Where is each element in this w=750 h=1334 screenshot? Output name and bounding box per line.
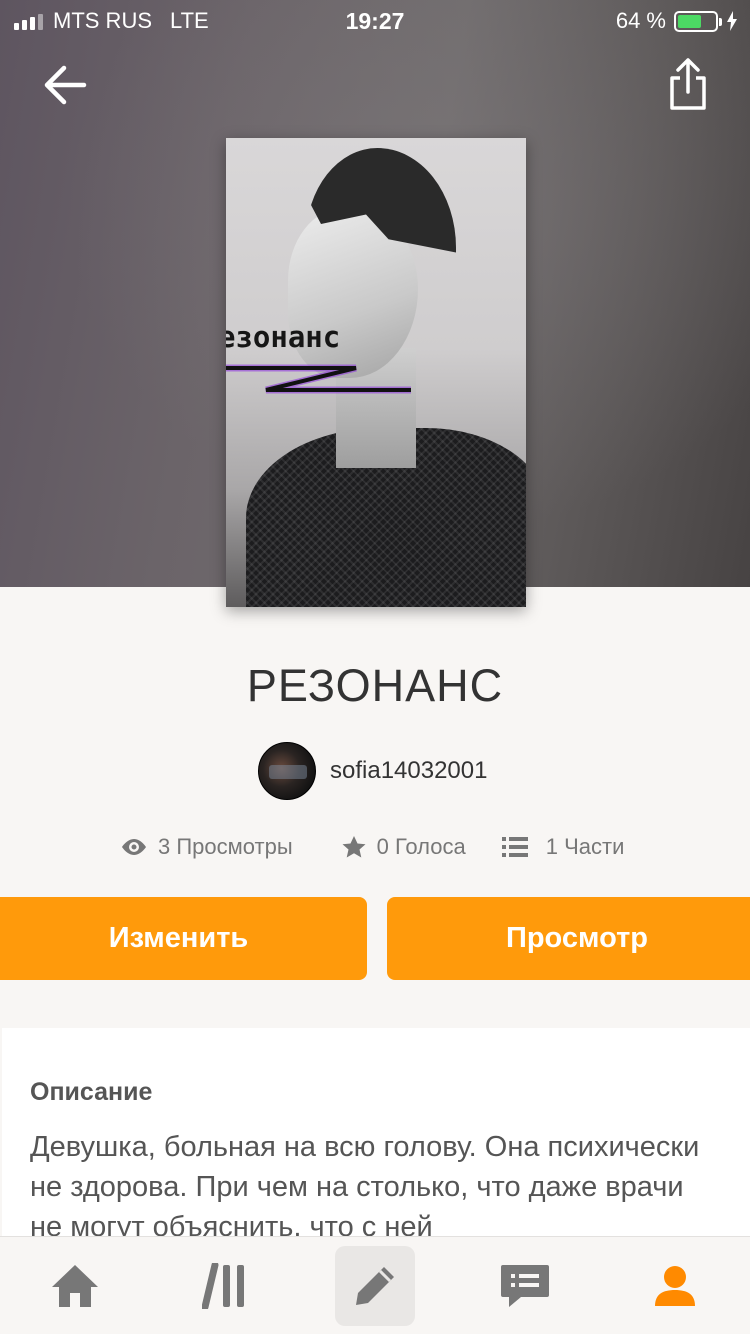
star-icon bbox=[342, 836, 366, 858]
parts-label: 1 Части bbox=[545, 834, 625, 859]
write-icon bbox=[356, 1266, 394, 1305]
library-icon bbox=[202, 1262, 244, 1309]
arrow-left-icon bbox=[44, 65, 87, 105]
battery-percent: 64 % bbox=[615, 8, 666, 33]
tab-library[interactable] bbox=[150, 1237, 300, 1334]
tab-home[interactable] bbox=[0, 1237, 150, 1334]
profile-icon bbox=[655, 1265, 695, 1306]
share-icon bbox=[670, 58, 706, 110]
battery-icon bbox=[674, 10, 722, 32]
preview-button[interactable]: Просмотр bbox=[387, 897, 750, 980]
author-name[interactable]: sofia14032001 bbox=[330, 757, 487, 785]
tab-write[interactable] bbox=[300, 1237, 450, 1334]
tab-bar bbox=[0, 1236, 750, 1334]
messages-icon bbox=[501, 1264, 549, 1307]
description-text: Девушка, больная на всю голову. Она псих… bbox=[30, 1131, 700, 1243]
charging-icon bbox=[727, 11, 737, 31]
stat-parts: 1 Части bbox=[501, 834, 625, 860]
stat-votes: 0 Голоса bbox=[341, 834, 466, 860]
cover-neon-stroke bbox=[226, 364, 411, 394]
tab-messages[interactable] bbox=[450, 1237, 600, 1334]
description-card: Описание Девушка, больная на всю голову.… bbox=[2, 1028, 750, 1248]
tab-write-highlight bbox=[335, 1245, 415, 1326]
description-heading: Описание bbox=[30, 1078, 153, 1106]
stat-views: 3 Просмотры bbox=[120, 834, 293, 860]
votes-label: 0 Голоса bbox=[376, 834, 466, 859]
book-stats: 3 Просмотры 0 Голоса 1 Части bbox=[120, 834, 624, 860]
avatar[interactable] bbox=[258, 742, 316, 800]
cover-title-text: езонанс bbox=[226, 320, 341, 354]
tab-profile[interactable] bbox=[600, 1237, 750, 1334]
author-link[interactable]: sofia14032001 bbox=[258, 742, 487, 800]
eye-icon bbox=[122, 839, 146, 855]
status-bar: MTS RUS LTE 19:27 64 % bbox=[0, 0, 750, 40]
home-icon bbox=[52, 1264, 98, 1307]
book-cover[interactable]: езонанс bbox=[226, 138, 526, 607]
list-icon bbox=[501, 837, 528, 857]
back-button[interactable] bbox=[40, 60, 90, 110]
share-button[interactable] bbox=[666, 56, 710, 112]
views-label: 3 Просмотры bbox=[158, 834, 293, 859]
edit-button[interactable]: Изменить bbox=[0, 897, 367, 980]
book-title: РЕЗОНАНС bbox=[246, 660, 504, 711]
